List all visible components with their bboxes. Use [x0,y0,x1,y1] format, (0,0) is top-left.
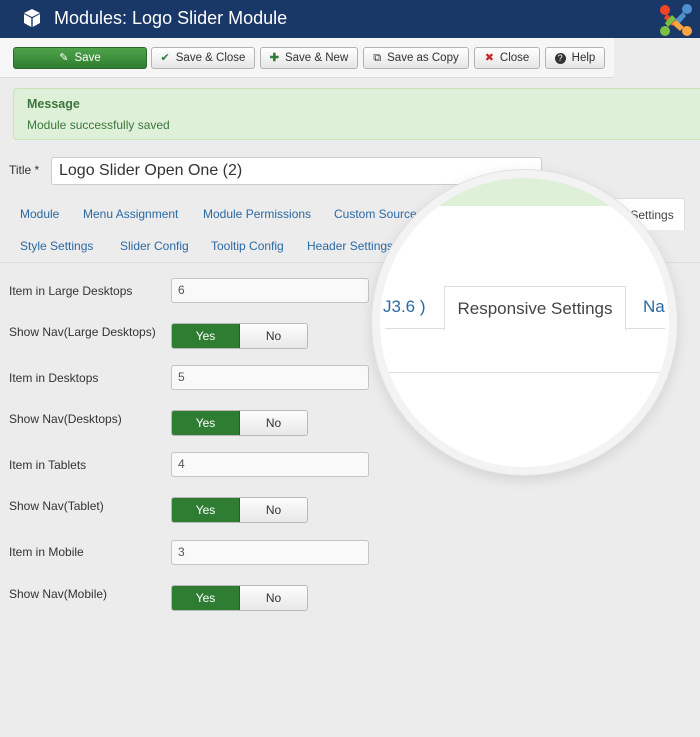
show-nav-desktops-label: Show Nav(Desktops) [9,412,122,426]
tab-menu-assignment[interactable]: Menu Assignment [83,207,178,221]
tab-slider-config[interactable]: Slider Config [120,239,189,253]
tab-module[interactable]: Module [20,207,59,221]
save-copy-label: Save as Copy [387,52,459,64]
item-tablets-input[interactable]: 4 [171,452,369,477]
item-tablets-label: Item in Tablets [9,458,87,472]
no-option[interactable]: No [240,411,307,435]
magnified-message-strip [380,178,669,206]
copy-icon: ⧉ [373,51,382,64]
magnified-responsive-settings-tab[interactable]: Responsive Settings [444,286,626,330]
cube-icon [24,9,40,27]
joomla-logo-icon [660,4,692,36]
title-label: Title * [9,163,40,177]
item-mobile-input[interactable]: 3 [171,540,369,565]
show-nav-large-desktops-label: Show Nav(Large Desktops) [9,325,156,339]
magnified-tab-fragment: J3.6 ) [383,297,426,316]
magnifier-callout: J3.6 ) Responsive Settings Na [372,170,677,475]
yes-option[interactable]: Yes [172,586,240,610]
message-heading: Message [27,97,80,111]
no-option[interactable]: No [240,586,307,610]
save-label: Save [74,52,101,64]
show-nav-mobile-label: Show Nav(Mobile) [9,587,108,601]
show-nav-large-desktops-toggle: Yes No [171,323,308,349]
check-icon: ✔ [160,51,170,64]
help-icon: ? [554,52,566,64]
success-message: Message Module successfully saved [13,88,700,140]
save-close-label: Save & Close [175,52,246,64]
save-copy-button[interactable]: ⧉ Save as Copy [363,47,469,69]
yes-option[interactable]: Yes [172,324,240,348]
close-button[interactable]: ✖ Close [474,47,540,69]
save-new-button[interactable]: ✚ Save & New [260,47,358,69]
edit-icon: ✎ [59,51,69,64]
help-button[interactable]: ? Help [545,47,605,69]
show-nav-tablet-toggle: Yes No [171,497,308,523]
magnified-divider [385,372,665,373]
item-large-desktops-input[interactable]: 6 [171,278,369,303]
plus-icon: ✚ [269,51,279,64]
item-desktops-label: Item in Desktops [9,371,99,385]
message-body: Module successfully saved [27,118,170,132]
no-option[interactable]: No [240,498,307,522]
item-large-desktops-label: Item in Large Desktops [9,284,133,298]
page-title: Modules: Logo Slider Module [54,8,288,28]
item-desktops-input[interactable]: 5 [171,365,369,390]
magnified-view: J3.6 ) Responsive Settings Na [380,178,669,467]
show-nav-tablet-label: Show Nav(Tablet) [9,499,104,513]
show-nav-mobile-toggle: Yes No [171,585,308,611]
show-nav-desktops-toggle: Yes No [171,410,308,436]
magnified-nav-fragment: Na [643,297,665,316]
save-new-label: Save & New [284,52,349,64]
no-option[interactable]: No [240,324,307,348]
toolbar: ✎ Save ✔ Save & Close ✚ Save & New ⧉ Sav… [0,38,614,78]
yes-option[interactable]: Yes [172,498,240,522]
close-circle-icon: ✖ [484,51,494,64]
item-mobile-label: Item in Mobile [9,545,84,559]
tab-module-permissions[interactable]: Module Permissions [203,207,311,221]
tab-tooltip-config[interactable]: Tooltip Config [211,239,284,253]
help-label: Help [571,52,596,64]
yes-option[interactable]: Yes [172,411,240,435]
save-button[interactable]: ✎ Save [13,47,147,69]
tab-style-settings[interactable]: Style Settings [20,239,93,253]
save-close-button[interactable]: ✔ Save & Close [151,47,255,69]
app-header: Modules: Logo Slider Module [0,0,700,38]
close-label: Close [499,52,530,64]
